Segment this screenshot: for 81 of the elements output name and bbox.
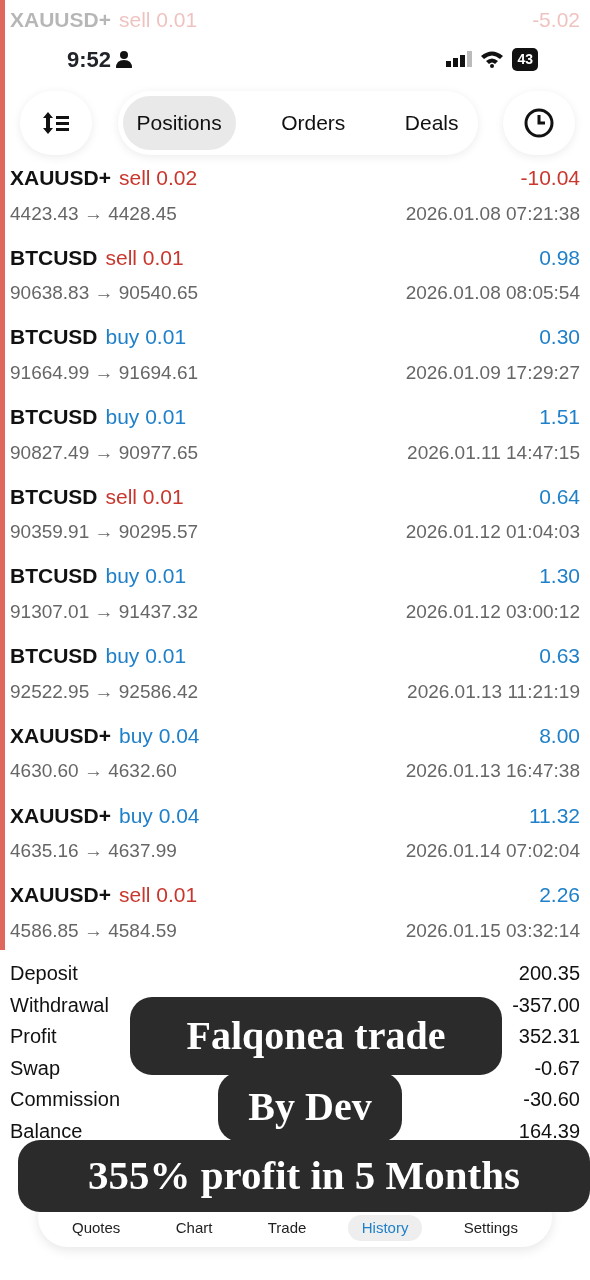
deal-time: 2026.01.11 14:47:15 bbox=[407, 440, 580, 465]
deal-time: 2026.01.08 07:21:38 bbox=[405, 201, 580, 226]
nav-tab[interactable]: Quotes bbox=[58, 1214, 135, 1241]
summary-value: -0.67 bbox=[534, 1055, 580, 1081]
symbol-label: XAUUSD+ bbox=[10, 722, 111, 749]
symbol-label: XAUUSD+ bbox=[10, 802, 111, 829]
summary-value: -30.60 bbox=[523, 1087, 580, 1112]
profit-value: 11.32 bbox=[529, 802, 580, 829]
symbol-label: BTCUSD bbox=[10, 483, 98, 510]
symbol-label: BTCUSD bbox=[10, 563, 98, 590]
symbol-label: XAUUSD+ bbox=[10, 165, 111, 191]
deal-time: 2026.01.12 01:04:03 bbox=[405, 520, 580, 545]
deal-time: 2026.01.14 07:02:04 bbox=[405, 839, 580, 863]
price-range: 91664.99 → 91694.61 bbox=[10, 360, 199, 385]
nav-tab[interactable]: History bbox=[347, 1214, 423, 1241]
summary-value: 200.35 bbox=[518, 961, 580, 986]
profit-value: 0.98 bbox=[539, 244, 580, 271]
signal-icon bbox=[446, 51, 473, 67]
price-range: 4586.85 → 4584.59 bbox=[10, 918, 177, 943]
trade-side-label: sell 0.01 bbox=[105, 483, 184, 510]
caption-text: Falqonea trade bbox=[130, 997, 502, 1075]
trade-side-label: buy 0.04 bbox=[118, 722, 200, 749]
caption-text: By Dev bbox=[218, 1072, 402, 1142]
profit-value: 1.51 bbox=[539, 404, 580, 431]
profit-value: -10.04 bbox=[520, 165, 580, 191]
profit-value: 0.64 bbox=[539, 483, 580, 510]
deal-time: 2026.01.08 08:05:54 bbox=[405, 281, 580, 306]
trade-side-label: buy 0.01 bbox=[105, 643, 187, 670]
deal-time: 2026.01.09 17:29:27 bbox=[405, 360, 580, 385]
nav-tab[interactable]: Trade bbox=[253, 1214, 321, 1241]
trade-side-label: buy 0.01 bbox=[105, 404, 187, 431]
price-range: 92522.95 → 92586.42 bbox=[10, 679, 199, 704]
symbol-label: BTCUSD bbox=[10, 324, 98, 351]
person-icon bbox=[115, 50, 134, 68]
price-range: 4630.60 → 4632.60 bbox=[10, 759, 177, 784]
battery-indicator: 43 bbox=[512, 47, 538, 71]
symbol-label: BTCUSD bbox=[10, 244, 98, 271]
profit-value: 1.30 bbox=[539, 563, 580, 590]
profit-value: 8.00 bbox=[539, 722, 580, 749]
tab[interactable]: Deals bbox=[390, 96, 473, 150]
symbol-label: BTCUSD bbox=[10, 404, 98, 431]
symbol-label: XAUUSD+ bbox=[10, 882, 111, 909]
summary-label: Swap bbox=[10, 1055, 61, 1081]
clock-time: 9:52 bbox=[67, 45, 112, 74]
price-range: 4423.43 → 4428.45 bbox=[10, 201, 177, 226]
trade-side-label: sell 0.02 bbox=[118, 165, 198, 191]
trade-side-label: buy 0.01 bbox=[105, 324, 187, 351]
caption-text: 355% profit in 5 Months bbox=[18, 1140, 590, 1212]
price-range: 4635.16 → 4637.99 bbox=[10, 839, 177, 863]
trade-side-label: buy 0.04 bbox=[118, 802, 200, 829]
trade-side-label: buy 0.01 bbox=[105, 563, 187, 590]
deal-time: 2026.01.12 03:00:12 bbox=[405, 599, 580, 624]
profit-value: 0.63 bbox=[539, 643, 580, 670]
deal-time: 2026.01.15 03:32:14 bbox=[405, 918, 580, 943]
profit-value: -5.02 bbox=[532, 7, 580, 30]
price-range: 90359.91 → 90295.57 bbox=[10, 520, 199, 545]
sort-icon bbox=[42, 111, 70, 135]
nav-tab[interactable]: Chart bbox=[161, 1214, 227, 1241]
tab[interactable]: Orders bbox=[267, 96, 360, 150]
summary-label: Profit bbox=[10, 1024, 57, 1049]
trade-side-label: sell 0.01 bbox=[105, 244, 184, 271]
price-range: 90638.83 → 90540.65 bbox=[10, 281, 199, 306]
deal-time: 2026.01.13 16:47:38 bbox=[405, 759, 580, 784]
symbol-label: BTCUSD bbox=[10, 643, 98, 670]
summary-value: -357.00 bbox=[512, 992, 580, 1018]
summary-value: 352.31 bbox=[518, 1024, 580, 1049]
trade-side-label: sell 0.01 bbox=[118, 7, 198, 30]
summary-label: Commission bbox=[10, 1087, 121, 1112]
profit-value: 2.26 bbox=[539, 882, 580, 909]
profit-value: 0.30 bbox=[539, 324, 580, 351]
wifi-icon bbox=[480, 50, 505, 68]
nav-tab[interactable]: Settings bbox=[449, 1214, 532, 1241]
price-range: 90827.49 → 90977.65 bbox=[10, 440, 199, 465]
summary-label: Withdrawal bbox=[10, 992, 109, 1018]
deal-time: 2026.01.13 11:21:19 bbox=[407, 679, 580, 704]
summary-label: Deposit bbox=[10, 961, 78, 986]
clock-icon bbox=[524, 108, 554, 138]
symbol-label: XAUUSD+ bbox=[10, 7, 111, 30]
tab[interactable]: Positions bbox=[122, 96, 236, 150]
trade-side-label: sell 0.01 bbox=[118, 882, 198, 909]
price-range: 91307.01 → 91437.32 bbox=[10, 599, 199, 624]
